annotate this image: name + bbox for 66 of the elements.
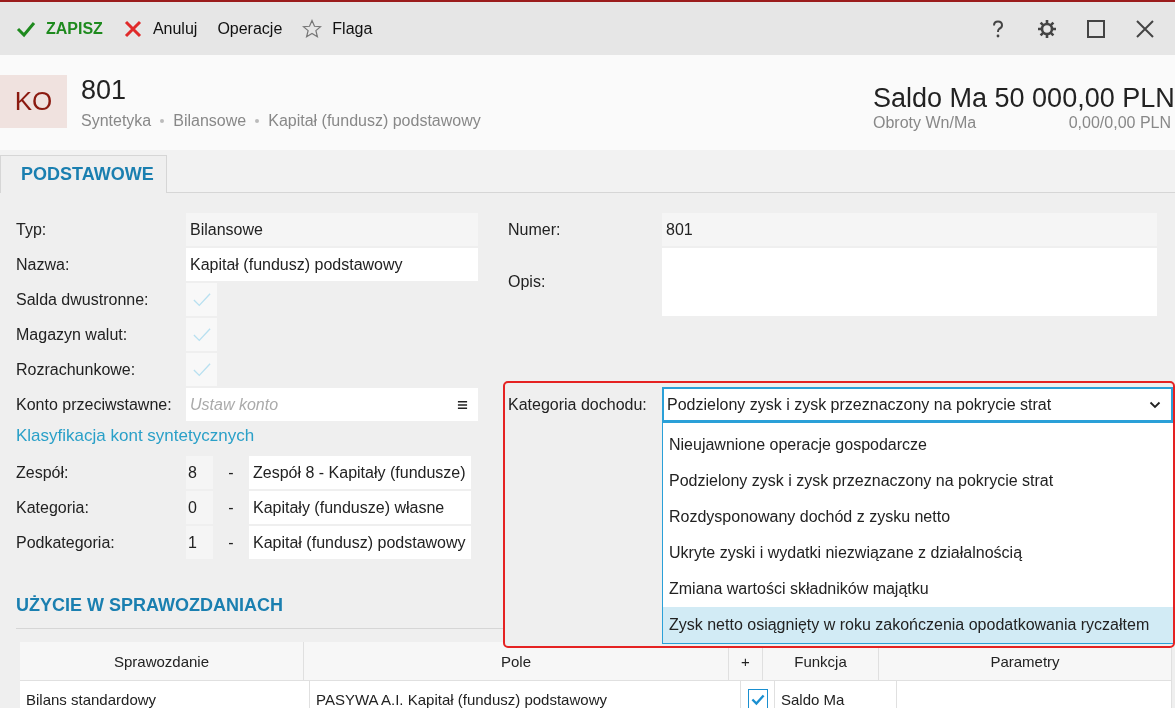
field-label: Magazyn walut:	[16, 325, 129, 344]
cancel-button[interactable]: Anuluj	[114, 12, 206, 45]
readonly-field: 801	[662, 213, 1157, 246]
field-label: Typ:	[16, 220, 48, 239]
breadcrumb-item: Syntetyka	[81, 112, 152, 130]
column-header: Sprawozdanie	[20, 642, 304, 680]
turnover-label: Obroty Wn/Ma	[873, 114, 977, 132]
separator-dash: -	[227, 498, 235, 517]
field-label: Podkategoria:	[16, 533, 116, 552]
separator-dot	[255, 119, 260, 123]
account-number: 801	[81, 75, 128, 106]
dropdown-option[interactable]: Ukryte zyski i wydatki niezwiązane z działalnością	[663, 535, 1173, 571]
field-label: Kategoria:	[16, 498, 90, 517]
field-label: Rozrachunkowe:	[16, 360, 137, 379]
tab[interactable]: PODSTAWOWE	[0, 155, 167, 193]
flag-button[interactable]: Flaga	[294, 12, 381, 45]
settings-icon[interactable]	[1037, 18, 1057, 39]
chevron-down-icon	[1149, 400, 1161, 409]
dropdown-option[interactable]: Rozdysponowany dochód z zysku netto	[663, 499, 1173, 535]
name-field: Kapitał (fundusz) podstawowy	[249, 526, 471, 559]
checkmark-icon	[749, 692, 766, 706]
field-label: Konto przeciwstawne:	[16, 395, 173, 414]
operations-button[interactable]: Operacje	[209, 13, 291, 44]
checkbox[interactable]	[747, 689, 768, 708]
separator-dash: -	[227, 463, 235, 482]
dropdown-option[interactable]: Nieujawnione operacje gospodarcze	[663, 427, 1173, 463]
field-label: Zespół:	[16, 463, 70, 482]
breadcrumb-item: Kapitał (fundusz) podstawowy	[268, 112, 481, 130]
save-button[interactable]: ZAPISZ	[8, 12, 111, 45]
field-label: Nazwa:	[16, 255, 71, 274]
code-field: 1	[186, 526, 213, 559]
separator-dash: -	[227, 533, 235, 552]
field-label: Salda dwustronne:	[16, 290, 150, 309]
star-icon	[302, 18, 323, 39]
checkbox[interactable]	[186, 283, 217, 316]
text-field[interactable]: Kapitał (fundusz) podstawowy	[186, 248, 478, 281]
turnover-value: 0,00/0,00 PLN	[1068, 114, 1171, 132]
maximize-icon[interactable]	[1086, 18, 1106, 39]
dropdown-field[interactable]: Podzielony zysk i zysk przeznaczony na pokrycie strat	[662, 387, 1173, 422]
table-cell: Bilans standardowy	[20, 681, 310, 708]
table-cell: Saldo Ma	[775, 681, 897, 708]
checkmark-icon	[190, 290, 213, 309]
table-cell: PASYWA A.I. Kapitał (fundusz) podstawowy	[310, 681, 741, 708]
menu-icon[interactable]	[457, 399, 468, 410]
dropdown-option[interactable]: Podzielony zysk i zysk przeznaczony na pokrycie strat	[663, 463, 1173, 499]
dropdown-option[interactable]: Zysk netto osiągnięty w roku zakończenia opodatkowania ryczałtem	[663, 607, 1173, 643]
readonly-field: Bilansowe	[186, 213, 478, 246]
separator-dot	[160, 119, 165, 123]
field-label: Kategoria dochodu:	[508, 395, 648, 414]
name-field: Zespół 8 - Kapitały (fundusze)	[249, 456, 471, 489]
name-field: Kapitały (fundusze) własne	[249, 491, 471, 524]
checkmark-icon	[190, 360, 213, 379]
close-icon[interactable]	[1135, 18, 1155, 39]
checkbox[interactable]	[186, 318, 217, 351]
code-field: 0	[186, 491, 213, 524]
checkbox[interactable]	[186, 353, 217, 386]
dropdown-option[interactable]: Zmiana wartości składników majątku	[663, 571, 1173, 607]
field-label: Numer:	[508, 220, 562, 239]
account-badge: KO	[0, 75, 67, 128]
balance-text: Saldo Ma 50 000,00 PLN	[873, 83, 1171, 114]
field-label: Opis:	[508, 273, 547, 291]
section-title: UŻYCIE W SPRAWOZDANIACH	[16, 595, 283, 616]
close-icon	[122, 18, 143, 39]
breadcrumb-item: Bilansowe	[173, 112, 247, 130]
code-field: 8	[186, 456, 213, 489]
checkmark-icon	[190, 325, 213, 344]
